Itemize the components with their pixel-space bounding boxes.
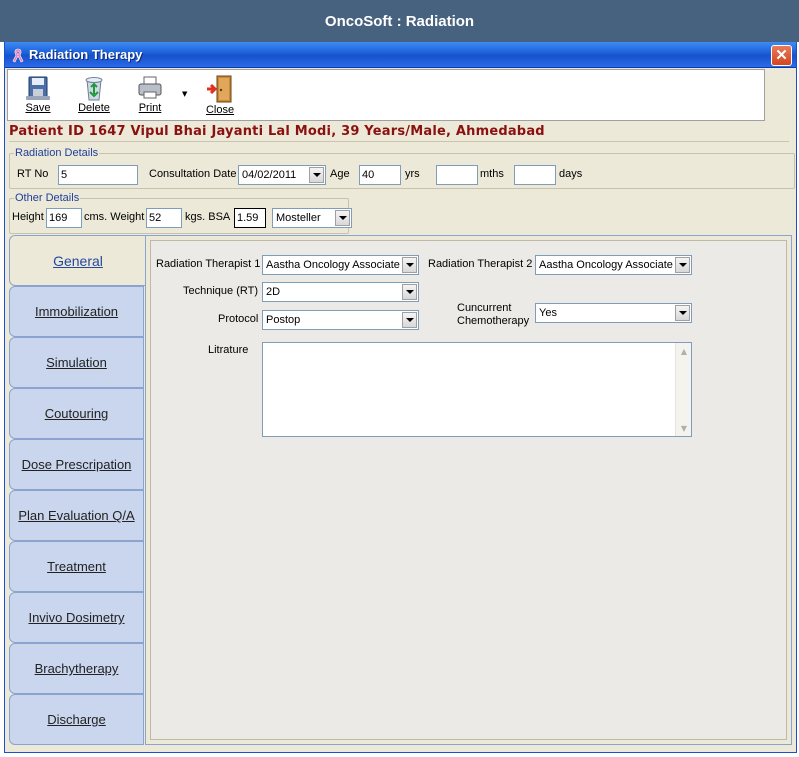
therapist2-value: Aastha Oncology Associates	[539, 259, 673, 271]
therapist2-select[interactable]: Aastha Oncology Associates	[535, 255, 692, 275]
print-dropdown-arrow[interactable]: ▼	[182, 90, 187, 98]
tab-brachytherapy[interactable]: Brachytherapy	[9, 643, 144, 694]
bsa-method-select[interactable]: Mosteller	[272, 208, 352, 228]
tab-simulation[interactable]: Simulation	[9, 337, 144, 388]
tab-coutouring[interactable]: Coutouring	[9, 388, 144, 439]
general-tab-panel: Radiation Therapist 1 Aastha Oncology As…	[145, 235, 792, 745]
chevron-down-icon[interactable]	[402, 312, 417, 328]
age-label: Age	[330, 168, 350, 180]
tab-invivo-dosimetry[interactable]: Invivo Dosimetry	[9, 592, 144, 643]
print-label: Print	[138, 102, 162, 114]
tab-plan-evaluation[interactable]: Plan Evaluation Q/A	[9, 490, 144, 541]
ribbon-icon	[12, 48, 24, 63]
window-title-bar[interactable]: Radiation Therapy ✕	[5, 42, 796, 68]
close-button[interactable]: Close	[200, 72, 240, 120]
therapist1-select[interactable]: Aastha Oncology Associates	[262, 255, 419, 275]
consultation-date-picker[interactable]: 04/02/2011	[238, 165, 326, 185]
litrature-label: Litrature	[208, 344, 249, 356]
chevron-down-icon[interactable]	[675, 257, 690, 273]
print-button[interactable]: Print	[130, 72, 170, 120]
rt-no-label: RT No	[17, 168, 49, 180]
patient-banner: Patient ID 1647 Vipul Bhai Jayanti Lal M…	[9, 124, 789, 142]
yrs-label: yrs	[405, 168, 420, 180]
tab-immobilization[interactable]: Immobilization	[9, 286, 144, 337]
bsa-value: 1.59	[234, 208, 266, 228]
kgs-bsa-label: kgs. BSA	[185, 211, 231, 223]
tab-dose-prescripation[interactable]: Dose Prescripation	[9, 439, 144, 490]
tab-discharge[interactable]: Discharge	[9, 694, 144, 745]
toolbar: Save Delete Print ▼ Close	[7, 69, 765, 121]
app-title: OncoSoft : Radiation	[324, 12, 475, 30]
height-input[interactable]: 169	[46, 208, 82, 228]
technique-label: Technique (RT)	[183, 285, 258, 297]
technique-select[interactable]: 2D	[262, 282, 419, 302]
floppy-disk-icon	[26, 76, 50, 100]
radiation-therapy-window: Radiation Therapy ✕ Save Delete Print ▼ …	[4, 42, 797, 753]
save-label: Save	[25, 102, 51, 114]
chevron-down-icon[interactable]	[402, 257, 417, 273]
protocol-value: Postop	[266, 314, 301, 326]
technique-value: 2D	[266, 286, 281, 298]
therapist1-label: Radiation Therapist 1	[156, 258, 261, 270]
window-close-button[interactable]: ✕	[771, 45, 792, 66]
radiation-details-legend: Radiation Details	[15, 147, 99, 159]
delete-button[interactable]: Delete	[74, 72, 114, 120]
days-input[interactable]	[514, 165, 556, 185]
chemo-label-line1: Cuncurrent	[457, 302, 512, 314]
window-title: Radiation Therapy	[29, 47, 143, 62]
scroll-down-icon[interactable]: ▼	[677, 421, 691, 435]
chevron-down-icon[interactable]	[335, 210, 350, 226]
chemo-select[interactable]: Yes	[535, 303, 692, 323]
protocol-select[interactable]: Postop	[262, 310, 419, 330]
therapist2-label: Radiation Therapist 2	[428, 258, 533, 270]
general-form: Radiation Therapist 1 Aastha Oncology As…	[150, 240, 787, 740]
protocol-label: Protocol	[218, 313, 259, 325]
chemo-label-line2: Chemotherapy	[457, 315, 530, 327]
months-input[interactable]	[436, 165, 478, 185]
litrature-scrollbar[interactable]: ▲ ▼	[675, 343, 691, 436]
delete-label: Delete	[78, 102, 110, 114]
mths-label: mths	[480, 168, 504, 180]
consultation-date-label: Consultation Date	[149, 168, 237, 180]
bsa-method-value: Mosteller	[276, 212, 321, 224]
tab-treatment[interactable]: Treatment	[9, 541, 144, 592]
rt-no-input[interactable]: 5	[58, 165, 138, 185]
therapist1-value: Aastha Oncology Associates	[266, 259, 400, 271]
consultation-date-value: 04/02/2011	[242, 169, 297, 181]
chevron-down-icon[interactable]	[309, 167, 324, 183]
tab-general[interactable]: General	[9, 235, 146, 286]
tab-strip: General Immobilization Simulation Coutou…	[9, 235, 146, 745]
other-details-legend: Other Details	[15, 192, 80, 204]
exit-door-icon	[207, 75, 232, 103]
age-input[interactable]: 40	[359, 165, 401, 185]
days-label: days	[559, 168, 583, 180]
chemo-value: Yes	[539, 307, 557, 319]
printer-icon	[138, 76, 162, 99]
save-button[interactable]: Save	[18, 72, 58, 120]
height-label: Height	[12, 211, 44, 223]
close-label: Close	[205, 104, 235, 116]
cms-weight-label: cms. Weight	[84, 211, 145, 223]
weight-input[interactable]: 52	[146, 208, 182, 228]
close-icon: ✕	[775, 47, 788, 64]
app-title-bar: OncoSoft : Radiation	[0, 0, 799, 42]
chevron-down-icon[interactable]	[402, 284, 417, 300]
litrature-textarea[interactable]: ▲ ▼	[262, 342, 692, 437]
recycle-bin-icon	[85, 77, 103, 101]
scroll-up-icon[interactable]: ▲	[677, 344, 691, 358]
chevron-down-icon[interactable]	[675, 305, 690, 321]
